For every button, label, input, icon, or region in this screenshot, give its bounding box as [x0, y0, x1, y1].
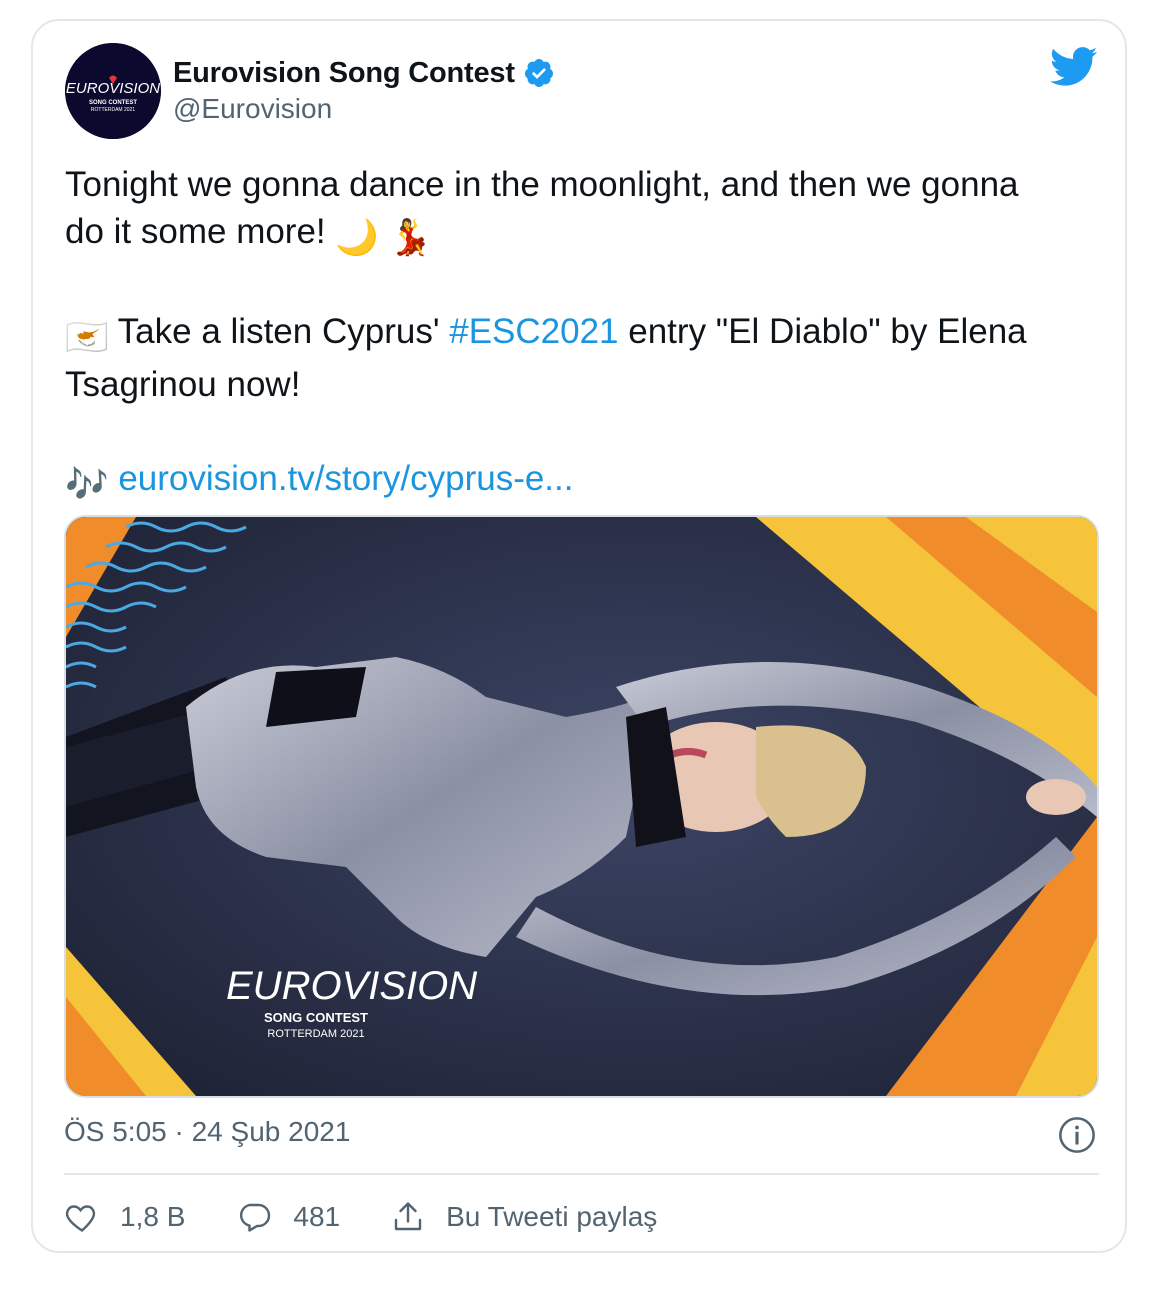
- divider: [64, 1173, 1099, 1175]
- avatar[interactable]: EUROVISION SONG CONTEST ROTTERDAM 2021: [65, 43, 161, 139]
- twitter-bird-icon[interactable]: [1050, 46, 1098, 88]
- tweet-para2-suffix: entry "El Diablo" by Elena: [618, 312, 1027, 351]
- media-logo-wordmark: EUROVISION: [226, 964, 477, 1008]
- reply-bubble-icon[interactable]: [235, 1199, 273, 1235]
- tweet-para2-line2: Tsagrinou now!: [65, 365, 301, 404]
- tweet-media-image[interactable]: EUROVISION SONG CONTEST ROTTERDAM 2021: [64, 515, 1099, 1098]
- avatar-line2: ROTTERDAM 2021: [91, 107, 135, 113]
- info-icon[interactable]: [1058, 1116, 1096, 1154]
- tweet-text: Tonight we gonna dance in the moonlight,…: [65, 161, 1105, 508]
- share-label: Bu Tweeti paylaş: [446, 1201, 658, 1232]
- like-count: 1,8 B: [120, 1201, 186, 1232]
- tweet-para2-prefix: Take a listen Cyprus': [108, 312, 450, 351]
- story-link[interactable]: eurovision.tv/story/cyprus-e...: [118, 459, 573, 498]
- music-notes-emoji: 🎶: [65, 465, 109, 504]
- tweet-card[interactable]: EUROVISION SONG CONTEST ROTTERDAM 2021 E…: [31, 19, 1127, 1253]
- hashtag-link[interactable]: #ESC2021: [449, 312, 618, 351]
- verified-badge-icon: [524, 59, 553, 87]
- author-name-row: Eurovision Song Contest: [173, 55, 555, 91]
- tweet-para2: 🇨🇾 Take a listen Cyprus' #ESC2021 entry …: [65, 308, 1105, 361]
- reply-count: 481: [293, 1201, 341, 1232]
- cyprus-flag-emoji: 🇨🇾: [65, 318, 109, 357]
- share-action[interactable]: Bu Tweeti paylaş: [390, 1199, 657, 1235]
- tweet-link-line: 🎶 eurovision.tv/story/cyprus-e...: [65, 455, 1105, 508]
- eurovision-avatar-logo: EUROVISION SONG CONTEST ROTTERDAM 2021: [65, 43, 161, 139]
- avatar-line1: SONG CONTEST: [89, 100, 137, 106]
- tweet-line1: Tonight we gonna dance in the moonlight,…: [65, 165, 1019, 204]
- media-artwork: EUROVISION SONG CONTEST ROTTERDAM 2021: [66, 517, 1097, 1096]
- share-icon[interactable]: [390, 1199, 426, 1235]
- heart-icon[interactable]: [64, 1199, 100, 1235]
- display-name[interactable]: Eurovision Song Contest: [173, 57, 515, 90]
- reply-action[interactable]: 481: [235, 1199, 340, 1235]
- tweet-line2-text: do it some more!: [65, 212, 336, 251]
- action-bar: 1,8 B 481 Bu Tweeti paylaş: [64, 1193, 707, 1241]
- like-action[interactable]: 1,8 B: [64, 1199, 185, 1235]
- moon-dancer-emoji: 🌙 💃: [335, 218, 433, 257]
- tweet-timestamp[interactable]: ÖS 5:05 · 24 Şub 2021: [64, 1116, 350, 1148]
- tweet-line2: do it some more! 🌙 💃: [65, 208, 1105, 261]
- media-logo-line1: SONG CONTEST: [264, 1010, 368, 1025]
- handle[interactable]: @Eurovision: [173, 93, 332, 125]
- media-logo-line2: ROTTERDAM 2021: [267, 1028, 364, 1040]
